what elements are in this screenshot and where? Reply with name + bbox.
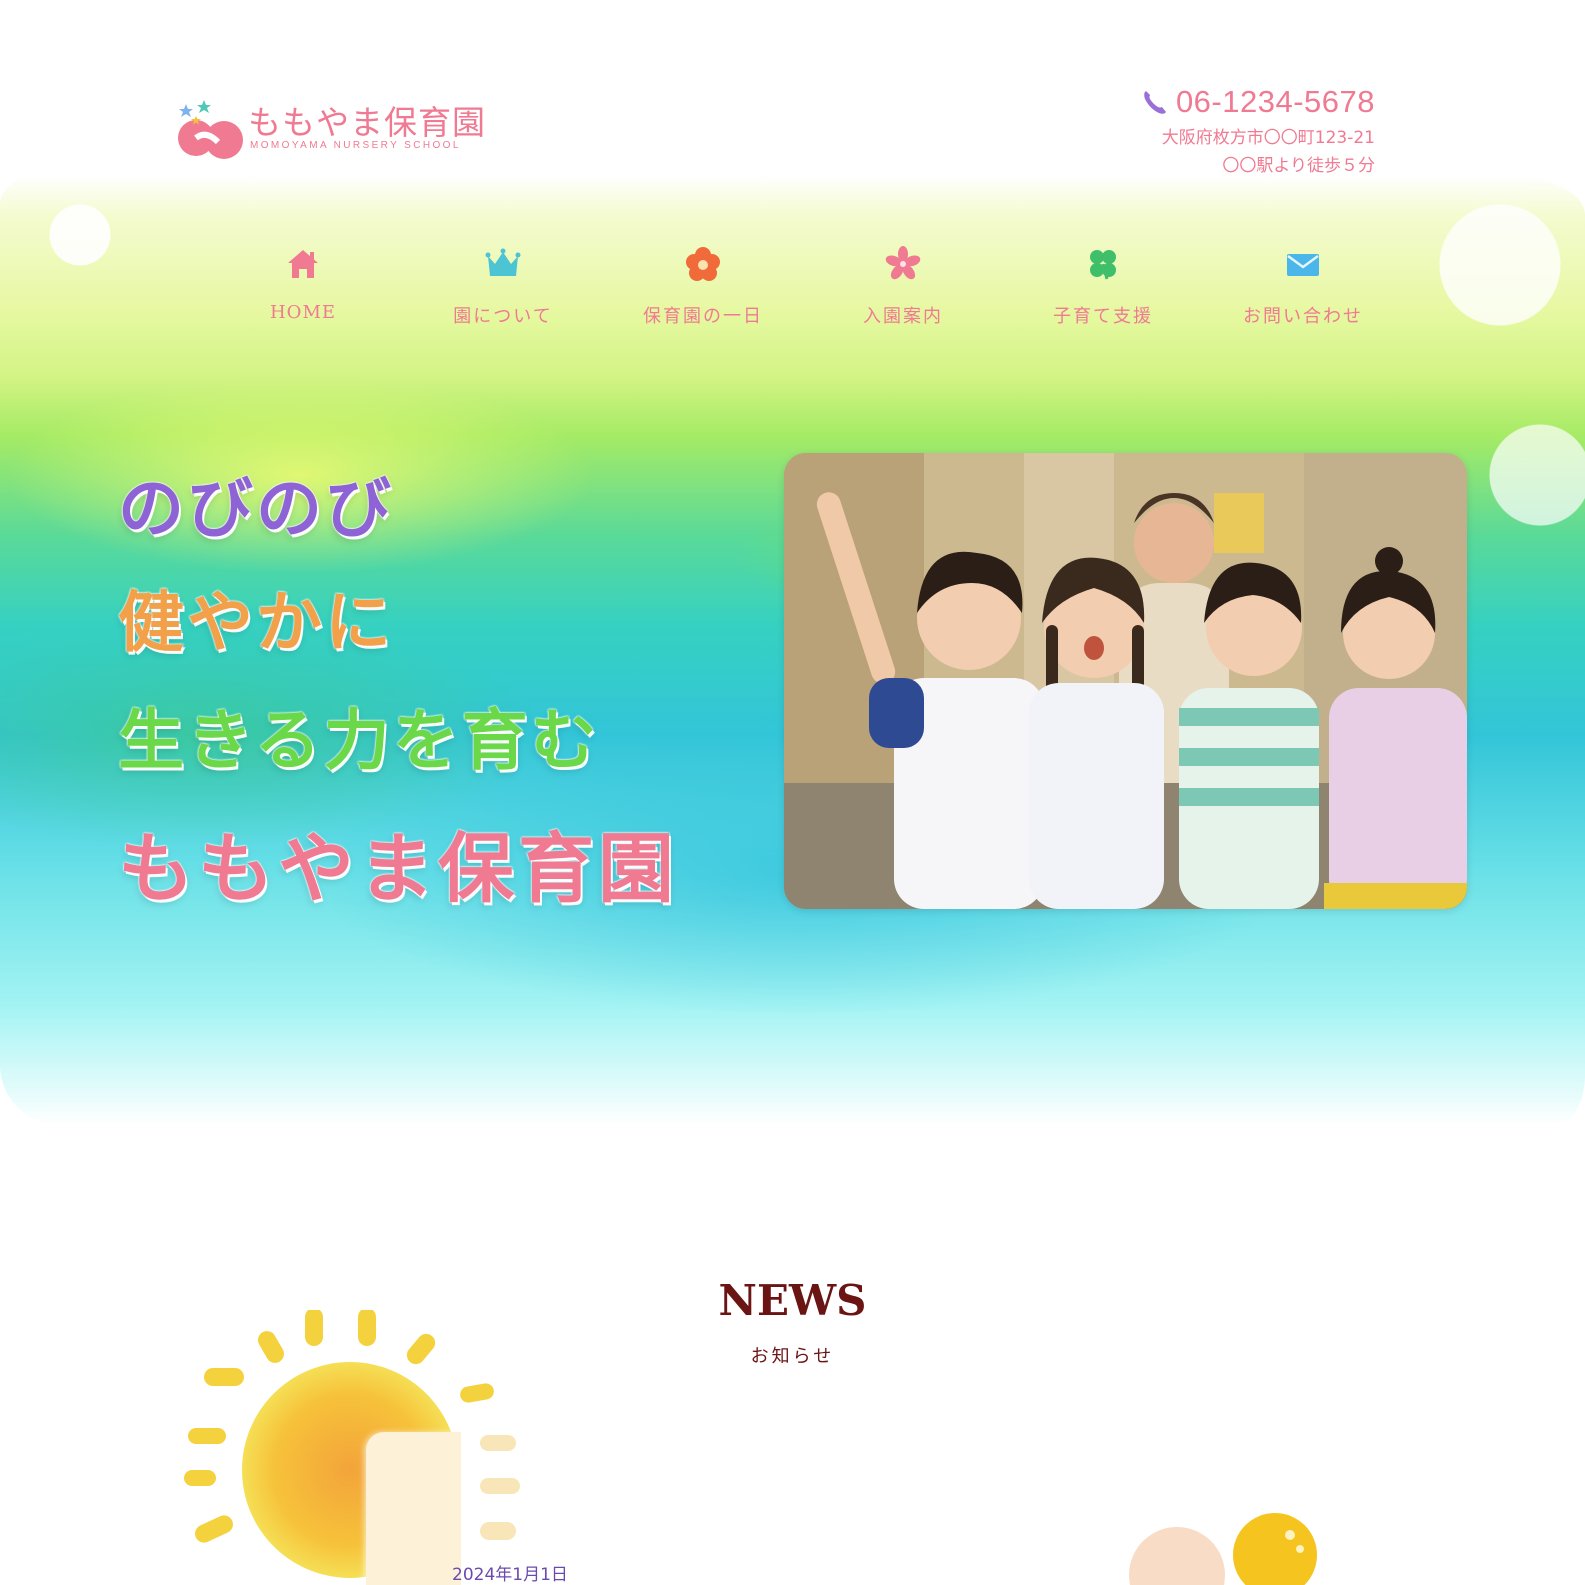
hero-line-1: のびのび [118, 470, 394, 547]
children-photo-illustration [784, 453, 1467, 909]
nav-label: 保育園の一日 [643, 306, 763, 327]
mail-icon [1287, 254, 1319, 276]
hero-line-4: ももやま保育園 [118, 824, 678, 913]
flower-icon [686, 247, 720, 281]
nav-label: お問い合わせ [1243, 306, 1363, 327]
address-line-2: 〇〇駅より徒歩５分 [1222, 156, 1375, 176]
nav-label: 入園案内 [863, 306, 943, 327]
house-icon [288, 250, 318, 278]
nav-item-about[interactable]: 園について [403, 246, 603, 336]
phone-icon [1144, 91, 1166, 114]
nav-item-admission[interactable]: 入園案内 [803, 246, 1003, 336]
nav-item-parenting-support[interactable]: 子育て支援 [1003, 246, 1203, 336]
balloons-illustration [1129, 1513, 1317, 1585]
news-date: 2024年1月1日 [452, 1565, 568, 1585]
logo-mark-icon [178, 100, 243, 159]
sakura-icon [885, 246, 921, 280]
nav-item-contact[interactable]: お問い合わせ [1203, 246, 1403, 336]
hero-line-2: 健やかに [118, 584, 394, 661]
logo-subtitle: MOMOYAMA NURSERY SCHOOL [250, 140, 461, 151]
nav-label: 園について [453, 306, 553, 327]
nav-item-home[interactable]: HOME [203, 246, 403, 336]
site-logo[interactable]: ももやま保育園 MOMOYAMA NURSERY SCHOOL [176, 92, 496, 159]
logo-title: ももやま保育園 [248, 103, 486, 142]
phone-number[interactable]: 06-1234-5678 [1176, 84, 1375, 120]
hero-catchcopy: のびのび 健やかに 生きる力を育む ももやま保育園 [118, 455, 678, 917]
nav-item-daily-schedule[interactable]: 保育園の一日 [603, 246, 803, 336]
contact-info: 06-1234-5678 大阪府枚方市〇〇町123-21 〇〇駅より徒歩５分 [1140, 84, 1375, 180]
hero-photo [784, 453, 1467, 909]
news-subheading: お知らせ [750, 1346, 835, 1367]
crown-icon [485, 248, 521, 276]
address-line-1: 大阪府枚方市〇〇町123-21 [1161, 128, 1375, 148]
hero-line-3: 生きる力を育む [118, 702, 600, 779]
clover-icon [1090, 250, 1116, 280]
news-card[interactable] [366, 1432, 461, 1585]
nav-label: HOME [269, 302, 337, 323]
news-heading: NEWS [718, 1276, 867, 1325]
nav-label: 子育て支援 [1053, 306, 1153, 327]
phone-row[interactable]: 06-1234-5678 [1140, 84, 1375, 120]
main-navigation: HOME 園について 保育園の一日 入園案内 子育て支援 お問い合わせ [203, 246, 1403, 336]
